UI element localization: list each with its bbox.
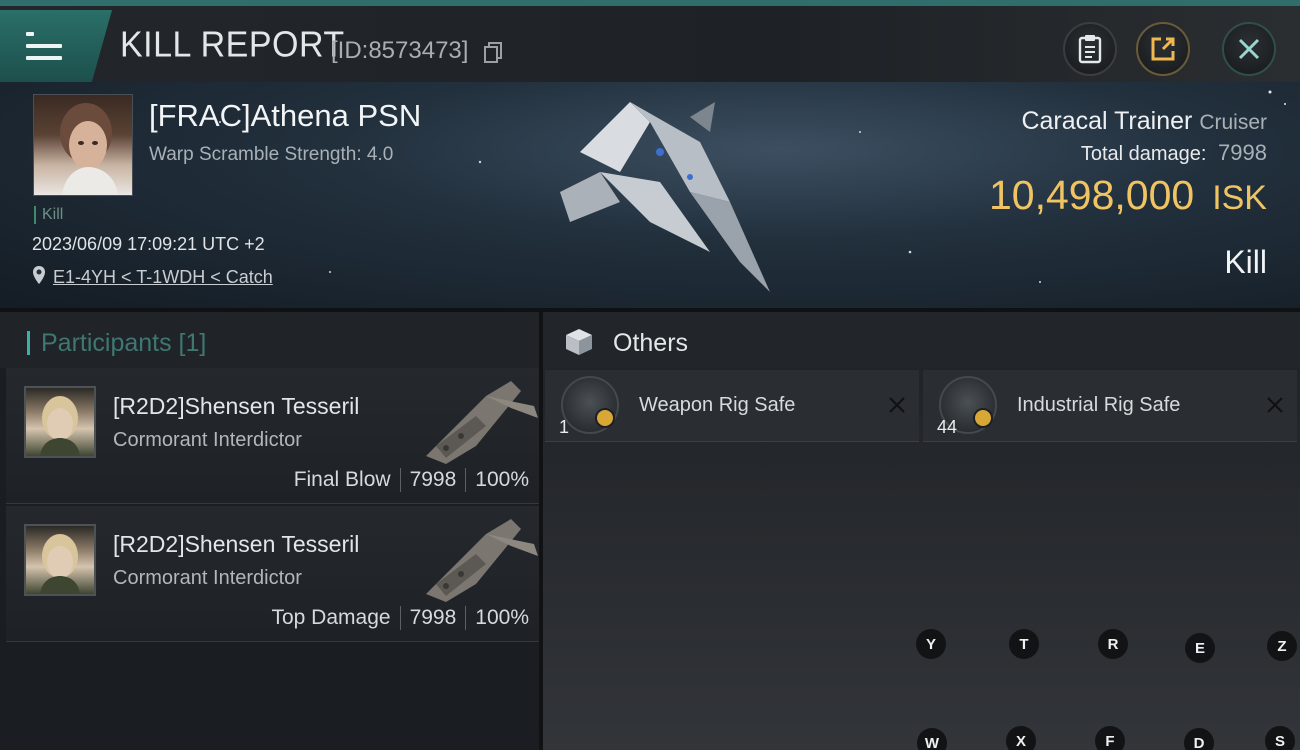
divider	[399, 606, 401, 631]
victim-ship[interactable]: Caracal Trainer Cruiser	[1021, 107, 1267, 136]
avatar-art	[40, 396, 80, 456]
participant-role: Top Damage	[271, 606, 391, 629]
hotkey-w[interactable]: W	[917, 728, 947, 750]
participants-panel: Participants [1] [R2D2]Shensen Tesseril …	[0, 308, 543, 750]
report-id: [ID:8573473]	[331, 37, 469, 64]
location-pin-icon	[33, 266, 45, 284]
participant-damage: 7998	[409, 468, 457, 491]
kill-tag: Kill	[34, 206, 63, 224]
others-panel: Others 1 Weapon Rig Safe 44 Industrial R…	[543, 308, 1300, 750]
top-bar: KILL REPORT [ID:8573473]	[0, 0, 1300, 82]
hotkey-t[interactable]: T	[1009, 629, 1039, 659]
participant-percent: 100%	[475, 468, 529, 491]
participant-stats: Final Blow 7998 100%	[293, 468, 529, 493]
item-quantity: 1	[559, 417, 570, 437]
isk-value: 10,498,000 ISK	[989, 172, 1267, 219]
ship-name: Caracal Trainer	[1021, 107, 1193, 135]
participant-row[interactable]: [R2D2]Shensen Tesseril Cormorant Interdi…	[6, 506, 539, 642]
dropped-item[interactable]: 44 Industrial Rig Safe	[923, 370, 1297, 442]
kill-outcome: Kill	[1224, 244, 1267, 280]
participant-damage: 7998	[409, 606, 457, 629]
kill-timestamp: 2023/06/09 17:09:21 UTC +2	[32, 234, 265, 254]
menu-button[interactable]	[0, 10, 112, 82]
item-badge-icon	[973, 408, 993, 428]
hotkey-y[interactable]: Y	[916, 629, 946, 659]
item-quantity: 44	[937, 417, 958, 437]
copy-icon[interactable]	[483, 42, 503, 64]
participant-row[interactable]: [R2D2]Shensen Tesseril Cormorant Interdi…	[6, 368, 539, 504]
victim-name[interactable]: [FRAC]Athena PSN	[149, 98, 421, 134]
participant-avatar	[24, 524, 96, 596]
hotkey-x[interactable]: X	[1006, 726, 1036, 750]
close-icon	[1238, 38, 1260, 60]
divider	[465, 606, 467, 631]
participants-title: Participants [1]	[41, 329, 207, 357]
victim-portrait[interactable]	[33, 94, 133, 196]
warp-scramble-strength: Warp Scramble Strength: 4.0	[149, 144, 394, 165]
participant-role: Final Blow	[293, 468, 391, 491]
avatar-art	[40, 534, 80, 594]
victim-avatar	[60, 103, 118, 195]
hotkey-d[interactable]: D	[1184, 728, 1214, 750]
total-damage: Total damage: 7998	[1081, 140, 1267, 166]
participants-header[interactable]: Participants [1]	[0, 308, 539, 368]
share-icon	[1151, 37, 1175, 61]
kill-location-link[interactable]: E1-4YH < T-1WDH < Catch	[53, 267, 273, 288]
participant-avatar	[24, 386, 96, 458]
share-button[interactable]	[1136, 22, 1190, 76]
divider	[465, 468, 467, 493]
weapon-rig-safe-icon	[561, 376, 619, 434]
hotkey-z[interactable]: Z	[1267, 631, 1297, 661]
item-name: Weapon Rig Safe	[639, 394, 796, 416]
divider	[399, 468, 401, 493]
participant-ship: Cormorant Interdictor	[113, 567, 302, 589]
dropped-item[interactable]: 1 Weapon Rig Safe	[545, 370, 919, 442]
others-title: Others	[613, 329, 689, 357]
others-header[interactable]: Others	[543, 308, 1300, 368]
destroyed-x-icon	[889, 397, 905, 413]
victim-ship-image	[560, 102, 770, 292]
participant-name[interactable]: [R2D2]Shensen Tesseril	[113, 393, 359, 420]
hotkey-r[interactable]: R	[1098, 629, 1128, 659]
cargo-box-icon	[566, 329, 592, 355]
isk-amount: 10,498,000	[988, 172, 1195, 218]
clipboard-button[interactable]	[1063, 22, 1117, 76]
participant-percent: 100%	[475, 606, 529, 629]
hotkey-s[interactable]: S	[1265, 726, 1295, 750]
participant-name[interactable]: [R2D2]Shensen Tesseril	[113, 531, 359, 558]
menu-icon	[26, 32, 62, 60]
participant-stats: Top Damage 7998 100%	[271, 606, 529, 631]
participant-ship: Cormorant Interdictor	[113, 429, 302, 451]
header-accent-bar	[27, 331, 30, 355]
item-name: Industrial Rig Safe	[1017, 394, 1181, 416]
close-button[interactable]	[1222, 22, 1276, 76]
isk-unit: ISK	[1212, 179, 1267, 217]
ship-class: Cruiser	[1199, 111, 1267, 134]
participant-ship-image	[426, 519, 538, 602]
total-damage-label: Total damage:	[1080, 143, 1207, 165]
clipboard-icon	[1078, 35, 1102, 64]
item-badge-icon	[595, 408, 615, 428]
victim-panel: [FRAC]Athena PSN Warp Scramble Strength:…	[0, 82, 1300, 308]
participant-ship-image	[426, 381, 538, 464]
page-title: KILL REPORT	[120, 25, 345, 65]
hotkey-f[interactable]: F	[1095, 726, 1125, 750]
destroyed-x-icon	[1267, 397, 1283, 413]
hotkey-e[interactable]: E	[1185, 633, 1215, 663]
total-damage-value: 7998	[1218, 140, 1267, 165]
